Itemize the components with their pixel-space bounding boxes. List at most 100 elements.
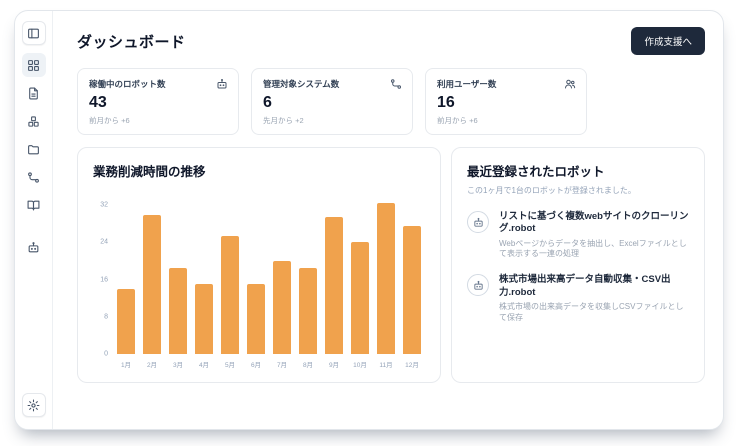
y-tick-label: 8 [104,313,108,321]
book-icon [27,199,40,212]
file-icon [27,87,40,100]
bar-slot [399,196,425,354]
robot-description: Webページからデータを抽出し、Excelファイルとして表示する一連の処理 [499,238,687,259]
bar-9月 [325,216,343,354]
bot-icon [467,211,489,233]
create-support-button[interactable]: 作成支援へ [631,27,705,55]
app-window: ダッシュボード 作成支援へ 稼働中のロボット数 43 前月から +6 管理対象システム… [14,10,724,430]
workflow-icon [27,171,40,184]
bar-12月 [403,226,421,354]
recent-robots-subtitle: この1ヶ月で1台のロボットが登録されました。 [467,186,636,195]
x-tick-label: 2月 [146,362,158,369]
chart-card: 業務削減時間の推移 0 8 16 24 32 1月 2月 3月 4月 5月 6月 7月 8月 9月 10月… [77,147,441,383]
x-tick-label: 1月 [120,362,132,369]
recent-robots-card: 最近登録されたロボット この1ヶ月で1台のロボットが登録されました。 リストに基… [451,147,705,383]
stat-card-0: 稼働中のロボット数 43 前月から +6 [77,68,239,135]
main-content: ダッシュボード 作成支援へ 稼働中のロボット数 43 前月から +6 管理対象システム… [53,11,723,429]
x-tick-label: 12月 [405,362,419,369]
chart-x-axis: 1月 2月 3月 4月 5月 6月 7月 8月 9月 10月 11月 12月 [113,359,425,369]
panel-left-icon [27,27,40,40]
y-tick-label: 0 [104,350,108,358]
stat-card-2: 利用ユーザー数 16 前月から +6 [425,68,587,135]
chart-title: 業務削減時間の推移 [93,165,206,179]
bar-11月 [377,202,395,354]
bar-slot [217,196,243,354]
sidebar-item-library[interactable] [22,193,46,217]
robot-list-item[interactable]: リストに基づく複数webサイトのクローリング.robot Webページからデータを… [467,211,689,259]
bar-10月 [351,242,369,354]
bar-slot [243,196,269,354]
sidebar-item-dashboard[interactable] [21,53,46,77]
robot-name: リストに基づく複数webサイトのクローリング.robot [499,211,689,235]
bar-3月 [169,268,187,354]
robot-list-item[interactable]: 株式市場出来高データ自動収集・CSV出力.robot 株式市場の出来高データを収集… [467,274,689,322]
chart-plot: 1月 2月 3月 4月 5月 6月 7月 8月 9月 10月 11月 12月 [113,196,425,369]
content-row: 業務削減時間の推移 0 8 16 24 32 1月 2月 3月 4月 5月 6月 7月 8月 9月 10月… [77,147,705,383]
bar-slot [269,196,295,354]
bar-7月 [273,261,291,354]
sidebar-item-workflows[interactable] [22,165,46,189]
bar-slot [295,196,321,354]
x-tick-label: 9月 [328,362,340,369]
bar-6月 [247,284,265,354]
workflow-icon [390,78,402,90]
x-tick-label: 3月 [172,362,184,369]
x-tick-label: 10月 [353,362,367,369]
sidebar [15,11,53,429]
bar-slot [165,196,191,354]
stat-delta: 前月から +6 [437,116,478,125]
bar-slot [139,196,165,354]
bar-slot [321,196,347,354]
sidebar-item-folders[interactable] [22,137,46,161]
robot-name: 株式市場出来高データ自動収集・CSV出力.robot [499,274,671,298]
blocks-icon [27,115,40,128]
robot-description: 株式市場の出来高データを収集しCSVファイルとして保存 [499,302,684,322]
bar-slot [113,196,139,354]
bar-4月 [195,284,213,354]
robot-item-text: 株式市場出来高データ自動収集・CSV出力.robot 株式市場の出来高データを収集… [499,274,689,322]
bar-chart: 0 8 16 24 32 1月 2月 3月 4月 5月 6月 7月 8月 9月 10月 11月 12月 [93,196,425,369]
bar-1月 [117,288,135,354]
gear-icon [27,399,40,412]
grid-icon [27,59,40,72]
bot-icon [467,274,489,297]
x-tick-label: 8月 [302,362,314,369]
stat-label: 管理対象システム数 [263,79,340,89]
bar-8月 [299,268,317,354]
sidebar-item-assistant[interactable] [22,235,46,259]
sidebar-nav [15,51,52,393]
stats-row: 稼働中のロボット数 43 前月から +6 管理対象システム数 6 先月から +2 利用ユーザ… [77,68,705,135]
stat-value: 6 [263,94,272,111]
x-tick-label: 6月 [250,362,262,369]
page-title: ダッシュボード [77,33,186,51]
bar-2月 [143,214,161,354]
stat-label: 利用ユーザー数 [437,79,497,89]
chart-y-axis: 0 8 16 24 32 [93,196,113,358]
folder-icon [27,143,40,156]
sidebar-settings-button[interactable] [21,393,46,417]
recent-robots-title: 最近登録されたロボット [467,165,605,179]
x-tick-label: 7月 [276,362,288,369]
bar-5月 [221,235,239,354]
robot-list: リストに基づく複数webサイトのクローリング.robot Webページからデータを… [467,211,689,323]
y-tick-label: 16 [100,276,108,284]
stat-label: 稼働中のロボット数 [89,79,166,89]
bar-slot [347,196,373,354]
bar-slot [191,196,217,354]
x-tick-label: 11月 [379,362,393,369]
sidebar-toggle-button[interactable] [21,21,46,45]
stat-value: 43 [89,94,107,111]
stat-delta: 前月から +6 [89,116,130,125]
y-tick-label: 24 [100,238,108,246]
robot-icon [216,78,228,90]
stat-card-1: 管理対象システム数 6 先月から +2 [251,68,413,135]
users-icon [564,78,576,90]
header: ダッシュボード 作成支援へ [77,27,705,55]
sidebar-item-blocks[interactable] [22,109,46,133]
x-tick-label: 5月 [224,362,236,369]
y-tick-label: 32 [100,201,108,209]
sidebar-item-documents[interactable] [22,81,46,105]
stat-value: 16 [437,94,455,111]
robot-item-text: リストに基づく複数webサイトのクローリング.robot Webページからデータを… [499,211,689,259]
bar-slot [373,196,399,354]
